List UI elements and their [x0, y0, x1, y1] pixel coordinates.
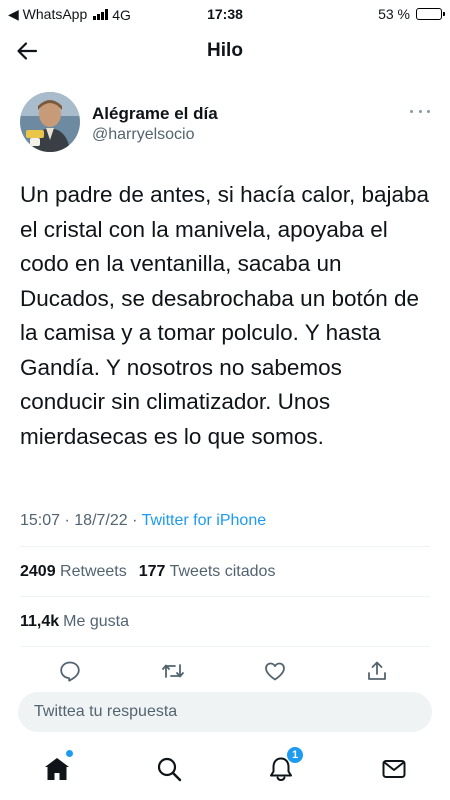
share-button[interactable]: [364, 658, 390, 684]
tweet-actions: [0, 652, 450, 688]
avatar[interactable]: [20, 92, 80, 152]
status-right: 53 %: [378, 6, 445, 22]
reply-box: [18, 692, 432, 732]
likes-count: 11,4k: [20, 613, 60, 630]
battery-icon: [416, 8, 445, 20]
retweets-label: Retweets: [60, 563, 127, 580]
reply-button[interactable]: [57, 658, 83, 684]
search-icon: [157, 757, 182, 782]
reply-icon: [60, 661, 80, 682]
quotes-stat[interactable]: 177 Tweets citados: [139, 563, 276, 581]
tweet-text: Un padre de antes, si hacía calor, bajab…: [20, 182, 430, 449]
divider: [20, 646, 430, 647]
tweet-author: Alégrame el día @harryelsocio: [20, 92, 430, 156]
nav-messages[interactable]: [379, 754, 409, 784]
like-icon: [265, 662, 285, 681]
notifications-badge: 1: [286, 746, 304, 764]
likes-stats[interactable]: 11,4k Me gusta: [20, 613, 129, 631]
home-icon: [45, 758, 69, 780]
nav-search[interactable]: [154, 754, 184, 784]
retweets-count: 2409: [20, 563, 56, 580]
divider: [20, 546, 430, 547]
retweet-icon: [162, 664, 184, 678]
likes-label: Me gusta: [63, 613, 129, 630]
author-name[interactable]: Alégrame el día: [92, 104, 218, 124]
header: Hilo: [0, 30, 450, 72]
tweet-source-link[interactable]: Twitter for iPhone: [142, 512, 267, 529]
retweet-stats: 2409 Retweets 177 Tweets citados: [20, 563, 275, 581]
bottom-nav: 1: [0, 740, 450, 800]
divider: [20, 596, 430, 597]
like-button[interactable]: [262, 658, 288, 684]
battery-percent: 53 %: [378, 6, 410, 22]
messages-icon: [382, 760, 406, 778]
tweet-time: 15:07: [20, 512, 61, 529]
meta-separator: ·: [64, 512, 70, 529]
share-icon: [368, 661, 386, 680]
nav-notifications[interactable]: 1: [266, 746, 304, 784]
nav-home[interactable]: [42, 750, 73, 784]
quotes-label: Tweets citados: [169, 563, 276, 580]
retweet-button[interactable]: [160, 658, 186, 684]
status-bar: ◀ WhatsApp 4G 17:38 53 %: [0, 0, 450, 30]
meta-separator: ·: [132, 512, 138, 529]
tweet-date: 18/7/22: [74, 512, 128, 529]
author-handle[interactable]: @harryelsocio: [92, 126, 195, 144]
retweets-stat[interactable]: 2409 Retweets: [20, 563, 127, 581]
quotes-count: 177: [138, 563, 166, 580]
home-new-dot: [66, 750, 73, 757]
tweet-meta: 15:07 · 18/7/22 · Twitter for iPhone: [20, 512, 266, 530]
reply-input[interactable]: [18, 692, 432, 732]
page-title: Hilo: [207, 40, 243, 61]
more-options-icon[interactable]: [410, 106, 430, 116]
